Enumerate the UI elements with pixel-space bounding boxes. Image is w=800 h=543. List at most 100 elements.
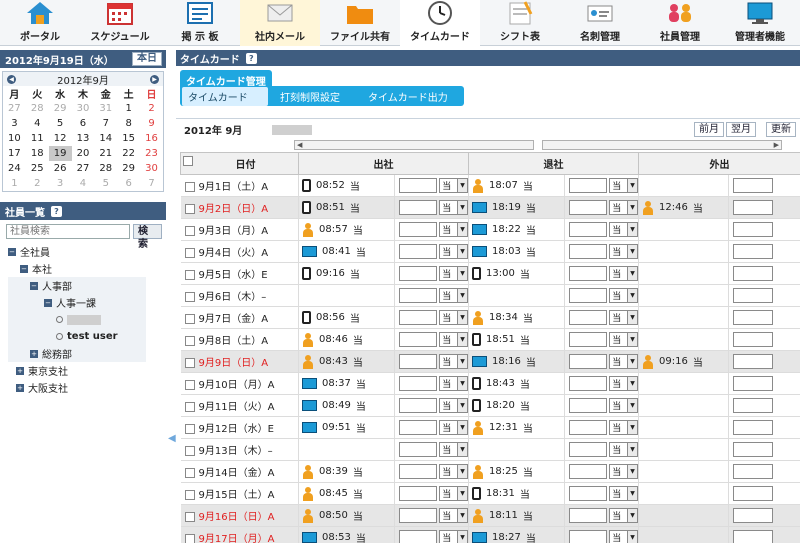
row-checkbox[interactable]: [184, 182, 195, 192]
time-input[interactable]: [733, 178, 773, 193]
collapse-sidebar-icon[interactable]: ◀: [168, 433, 176, 444]
nav-item-home[interactable]: ポータル: [0, 0, 80, 46]
time-input[interactable]: [733, 332, 773, 347]
row-checkbox[interactable]: [184, 468, 195, 478]
time-input[interactable]: [569, 266, 608, 281]
calendar-day[interactable]: 3: [3, 116, 26, 131]
calendar-day[interactable]: 22: [117, 146, 140, 161]
nav-item-mail[interactable]: 社内メール: [240, 0, 320, 46]
nav-item-shift[interactable]: シフト表: [480, 0, 560, 46]
time-input[interactable]: [399, 530, 438, 543]
tab-timecard-management[interactable]: タイムカード管理: [180, 70, 272, 88]
expand-icon[interactable]: +: [16, 366, 24, 375]
stamp-select[interactable]: 当 ▼: [439, 398, 468, 413]
chevron-down-icon[interactable]: ▼: [627, 531, 637, 543]
stamp-select[interactable]: 当 ▼: [609, 530, 638, 543]
chevron-down-icon[interactable]: ▼: [457, 245, 467, 258]
calendar-day[interactable]: 20: [72, 146, 95, 161]
collapse-icon[interactable]: −: [30, 281, 38, 290]
expand-icon[interactable]: +: [16, 383, 24, 392]
calendar-day[interactable]: 14: [94, 131, 117, 146]
stamp-select[interactable]: 当 ▼: [609, 288, 638, 303]
chevron-down-icon[interactable]: ▼: [457, 333, 467, 346]
chevron-down-icon[interactable]: ▼: [627, 443, 637, 456]
time-input[interactable]: [569, 178, 608, 193]
time-input[interactable]: [569, 332, 608, 347]
time-input[interactable]: [569, 530, 608, 543]
chevron-down-icon[interactable]: ▼: [627, 289, 637, 302]
subtab-restriction[interactable]: 打刻制限設定: [274, 87, 346, 106]
time-input[interactable]: [399, 266, 438, 281]
chevron-down-icon[interactable]: ▼: [457, 465, 467, 478]
calendar-day[interactable]: 28: [26, 101, 49, 116]
chevron-down-icon[interactable]: ▼: [627, 333, 637, 346]
chevron-down-icon[interactable]: ▼: [457, 289, 467, 302]
expand-icon[interactable]: +: [30, 349, 38, 358]
row-checkbox[interactable]: [184, 446, 195, 456]
time-input[interactable]: [569, 420, 608, 435]
row-checkbox[interactable]: [184, 402, 195, 412]
tree-user-test[interactable]: test user: [8, 328, 146, 345]
row-checkbox[interactable]: [184, 490, 195, 500]
next-month-button[interactable]: 翌月: [726, 122, 756, 137]
tree-item-hr1[interactable]: − 人事一課: [8, 294, 146, 311]
stamp-select[interactable]: 当 ▼: [439, 310, 468, 325]
chevron-down-icon[interactable]: ▼: [457, 421, 467, 434]
stamp-select[interactable]: 当 ▼: [609, 310, 638, 325]
calendar-day[interactable]: 2: [26, 176, 49, 191]
stamp-select[interactable]: 当 ▼: [609, 376, 638, 391]
stamp-select[interactable]: 当 ▼: [439, 200, 468, 215]
time-input[interactable]: [733, 442, 773, 457]
nav-item-people[interactable]: 社員管理: [640, 0, 720, 46]
chevron-down-icon[interactable]: ▼: [457, 311, 467, 324]
nav-item-admin[interactable]: 管理者機能: [720, 0, 800, 46]
calendar-day[interactable]: 30: [140, 161, 163, 176]
time-input[interactable]: [569, 398, 608, 413]
time-input[interactable]: [733, 222, 773, 237]
row-checkbox[interactable]: [184, 358, 195, 368]
stamp-select[interactable]: 当 ▼: [609, 398, 638, 413]
nav-item-folder[interactable]: ファイル共有: [320, 0, 400, 46]
time-input[interactable]: [733, 420, 773, 435]
stamp-select[interactable]: 当 ▼: [439, 508, 468, 523]
stamp-select[interactable]: 当 ▼: [439, 178, 468, 193]
stamp-select[interactable]: 当 ▼: [439, 222, 468, 237]
chevron-down-icon[interactable]: ▼: [627, 245, 637, 258]
time-input[interactable]: [569, 310, 608, 325]
calendar-day[interactable]: 30: [72, 101, 95, 116]
tree-item-hr[interactable]: − 人事部: [8, 277, 146, 294]
chevron-down-icon[interactable]: ▼: [457, 509, 467, 522]
employee-search-input[interactable]: [6, 224, 130, 239]
time-input[interactable]: [399, 486, 438, 501]
calendar-day[interactable]: 3: [49, 176, 72, 191]
time-input[interactable]: [733, 310, 773, 325]
time-input[interactable]: [569, 244, 608, 259]
time-input[interactable]: [399, 508, 438, 523]
calendar-day[interactable]: 1: [117, 101, 140, 116]
calendar-day[interactable]: 26: [49, 161, 72, 176]
stamp-select[interactable]: 当 ▼: [609, 178, 638, 193]
collapse-icon[interactable]: −: [44, 298, 52, 307]
row-checkbox[interactable]: [184, 512, 195, 522]
stamp-select[interactable]: 当 ▼: [439, 442, 468, 457]
stamp-select[interactable]: 当 ▼: [609, 354, 638, 369]
time-input[interactable]: [399, 464, 438, 479]
time-input[interactable]: [399, 376, 438, 391]
subtab-timecard[interactable]: タイムカード: [182, 86, 268, 106]
time-input[interactable]: [569, 222, 608, 237]
chevron-down-icon[interactable]: ▼: [627, 355, 637, 368]
chevron-down-icon[interactable]: ▼: [457, 355, 467, 368]
row-checkbox[interactable]: [184, 380, 195, 390]
collapse-icon[interactable]: −: [8, 247, 16, 256]
chevron-down-icon[interactable]: ▼: [457, 487, 467, 500]
row-checkbox[interactable]: [184, 424, 195, 434]
stamp-select[interactable]: 当 ▼: [609, 486, 638, 501]
scroll-right-icon[interactable]: ▶: [542, 140, 782, 150]
nav-item-bulletin[interactable]: 掲 示 板: [160, 0, 240, 46]
stamp-select[interactable]: 当 ▼: [609, 508, 638, 523]
time-input[interactable]: [399, 200, 438, 215]
row-checkbox[interactable]: [184, 292, 195, 302]
time-input[interactable]: [399, 288, 438, 303]
refresh-button[interactable]: 更新: [766, 122, 796, 137]
calendar-day[interactable]: 11: [26, 131, 49, 146]
